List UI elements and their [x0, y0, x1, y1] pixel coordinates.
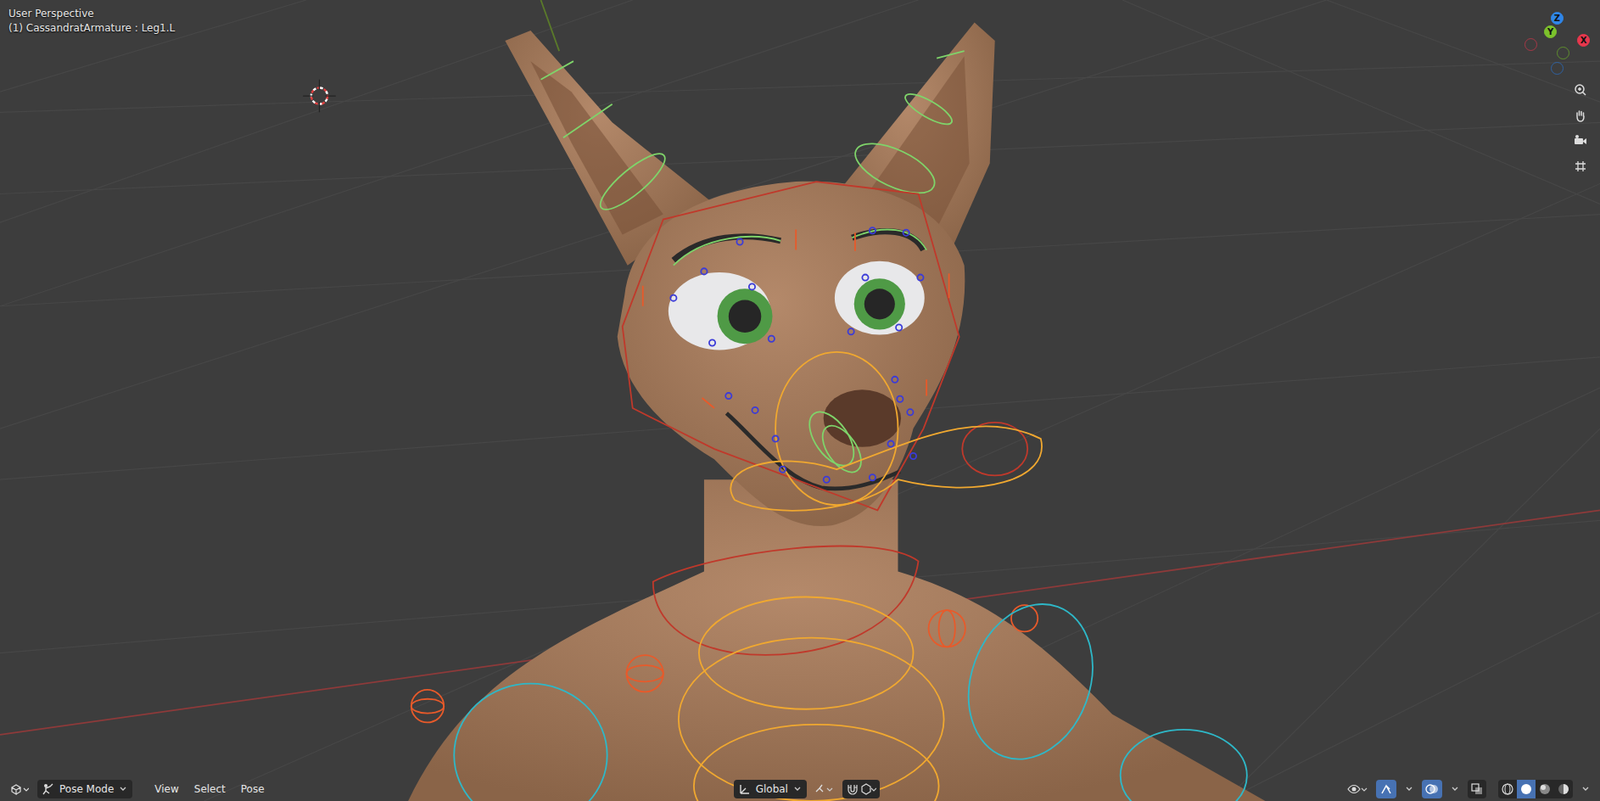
floor-grid	[0, 0, 1600, 801]
view3d-icon	[10, 783, 29, 795]
zoom-icon	[1573, 83, 1588, 97]
menu-item[interactable]: View	[149, 781, 184, 797]
chevron-icon	[118, 785, 128, 793]
view-title: User Perspective	[8, 6, 1592, 22]
y-axis-line	[540, 0, 560, 51]
xray-toggle[interactable]	[1467, 779, 1487, 799]
nav-button[interactable]	[1571, 80, 1590, 100]
chevron-icon	[1404, 785, 1414, 793]
wireframe-shading-icon	[1501, 783, 1514, 795]
menu-item[interactable]: Select	[189, 781, 231, 797]
nav-button[interactable]	[1571, 131, 1590, 151]
navigation-buttons	[1571, 80, 1590, 176]
mode-dropdown[interactable]: Pose Mode	[37, 779, 133, 799]
solid-shading-icon	[1520, 783, 1533, 795]
chevron-icon	[1450, 785, 1460, 793]
axis-handle[interactable]	[1556, 46, 1570, 60]
gizmo-menu[interactable]	[1401, 779, 1417, 799]
orientation-icon	[738, 783, 751, 795]
snap-toggle[interactable]	[842, 779, 880, 799]
viewport-info: User Perspective (1) CassandratArmature …	[0, 0, 1600, 43]
shading-menu[interactable]	[1577, 779, 1594, 799]
overlay-toggle[interactable]	[1421, 779, 1443, 799]
shading-button[interactable]	[1535, 779, 1555, 799]
overlay-menu[interactable]	[1447, 779, 1463, 799]
rendered-shading-icon	[1557, 783, 1570, 795]
pivot-button[interactable]	[811, 779, 838, 799]
overlay-icon	[1425, 783, 1439, 795]
eye-icon	[1347, 783, 1368, 795]
viewport-canvas[interactable]	[0, 0, 1600, 801]
material-shading-icon	[1538, 783, 1551, 795]
axis-handle[interactable]	[1524, 38, 1538, 51]
nav-button[interactable]	[1571, 156, 1590, 176]
nav-button[interactable]	[1571, 106, 1590, 125]
gizmo-toggle[interactable]	[1376, 779, 1397, 799]
shading-switch	[1498, 779, 1573, 799]
shading-button[interactable]	[1516, 779, 1536, 799]
hand-icon	[1573, 108, 1588, 123]
rig-controls[interactable]	[411, 50, 1248, 801]
cursor-icon[interactable]	[302, 79, 336, 112]
snap-target-icon	[861, 783, 877, 795]
axis-handle[interactable]: Y	[1544, 25, 1557, 39]
visibility-button[interactable]	[1343, 779, 1371, 799]
magnet-icon	[845, 783, 860, 795]
navigation-gizmo[interactable]: ZY X	[1515, 0, 1600, 85]
shading-button[interactable]	[1498, 779, 1517, 799]
xray-icon	[1471, 783, 1483, 795]
editor-type-button[interactable]	[6, 779, 33, 799]
axis-handle[interactable]: Z	[1550, 11, 1564, 25]
chevron-icon	[793, 785, 802, 793]
blender-viewport[interactable]: User Perspective (1) CassandratArmature …	[0, 0, 1600, 801]
chevron-icon	[1581, 785, 1590, 793]
pose-icon	[42, 783, 55, 795]
camera-icon	[1573, 134, 1588, 148]
axis-handle[interactable]: X	[1577, 33, 1590, 47]
shading-button[interactable]	[1554, 779, 1573, 799]
active-object: (1) CassandratArmature : Leg1.L	[8, 21, 1592, 36]
pivot-icon	[815, 783, 834, 795]
menu-item[interactable]: Pose	[235, 781, 270, 797]
axis-handle[interactable]	[1550, 61, 1564, 75]
grid-icon	[1573, 159, 1588, 174]
gizmo-icon	[1379, 783, 1394, 795]
orientation-dropdown[interactable]: Global	[733, 779, 807, 799]
viewport-header: Pose Mode View SelectPose Global	[0, 777, 1600, 801]
